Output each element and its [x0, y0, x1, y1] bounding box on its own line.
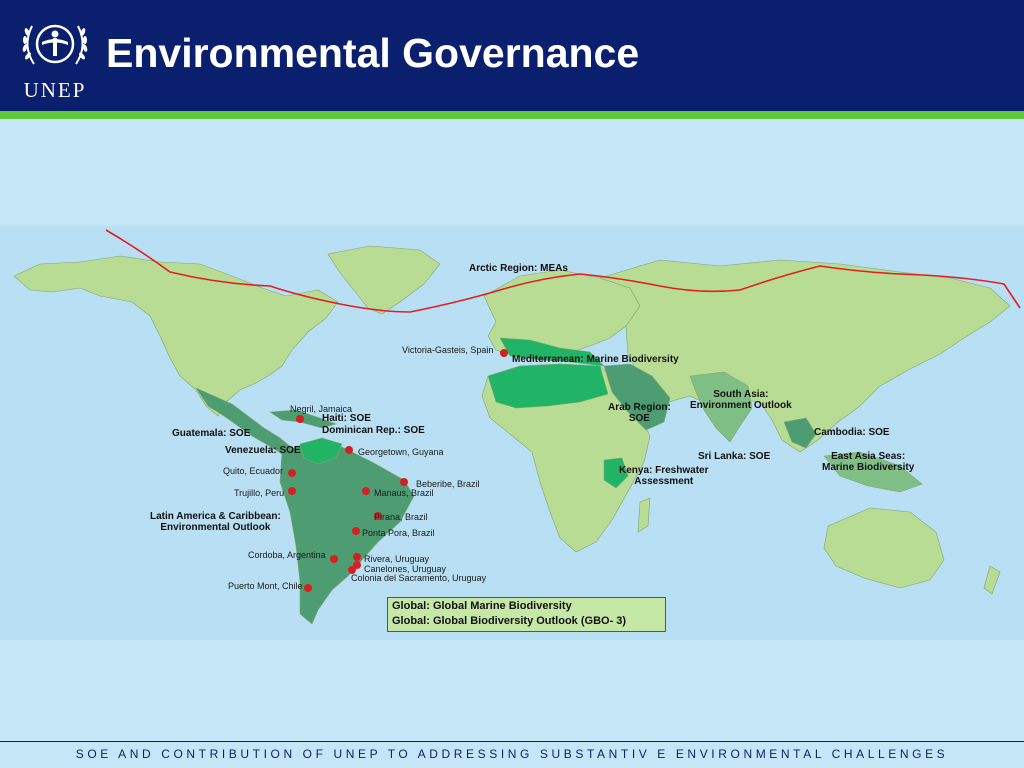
marker-victoria	[500, 349, 508, 357]
label-rivera: Rivera, Uruguay	[364, 554, 430, 564]
legend-box: Global: Global Marine Biodiversity Globa…	[387, 597, 666, 632]
marker-georgetown	[345, 446, 353, 454]
label-haiti: Haiti: SOE	[322, 413, 371, 424]
label-cordoba: Cordoba, Argentina	[248, 550, 326, 560]
label-manaus: Manaus, Brazil	[374, 488, 434, 498]
label-venezuela: Venezuela: SOE	[225, 445, 301, 456]
marker-puerto-montt	[304, 584, 312, 592]
label-quito: Quito, Ecuador	[223, 466, 284, 476]
label-negril: Negril, Jamaica	[290, 404, 353, 414]
label-latin-america: Latin America & Caribbean: Environmental…	[150, 511, 281, 533]
unep-logo: UNEP	[14, 12, 96, 102]
page-title: Environmental Governance	[106, 30, 640, 76]
logo-text: UNEP	[23, 78, 87, 102]
label-pirana: Pirana, Brazil	[374, 512, 428, 522]
header-bar: UNEP Environmental Governance	[0, 0, 1024, 111]
unep-emblem-icon	[22, 24, 88, 65]
label-georgetown: Georgetown, Guyana	[358, 447, 444, 457]
footer-text: SOE AND CONTRIBUTION OF UNEP TO ADDRESSI…	[75, 747, 949, 761]
marker-quito	[288, 469, 296, 477]
label-trujillo: Trujillo, Peru	[234, 488, 285, 498]
label-ponta-pora: Ponta Pora, Brazil	[362, 528, 435, 538]
marker-manaus	[362, 487, 370, 495]
label-colonia: Colonia del Sacramento, Uruguay	[351, 573, 487, 583]
marker-rivera	[353, 553, 361, 561]
label-east-asia-seas: East Asia Seas: Marine Biodiversity	[822, 451, 915, 473]
label-cambodia: Cambodia: SOE	[814, 427, 890, 438]
label-sri-lanka: Sri Lanka: SOE	[698, 451, 771, 462]
label-kenya: Kenya: Freshwater Assessment	[619, 465, 709, 487]
marker-negril	[296, 415, 304, 423]
legend-line-2: Global: Global Biodiversity Outlook (GBO…	[392, 615, 627, 627]
label-victoria-gasteis: Victoria-Gasteis, Spain	[402, 345, 494, 355]
marker-cordoba	[330, 555, 338, 563]
label-south-asia: South Asia: Environment Outlook	[690, 389, 792, 411]
label-arab-region: Arab Region: SOE	[608, 402, 671, 424]
label-dominican-rep: Dominican Rep.: SOE	[322, 425, 425, 436]
marker-beberibe	[400, 478, 408, 486]
marker-ponta-pora	[352, 527, 360, 535]
label-mediterranean: Mediterranean: Marine Biodiversity	[512, 354, 679, 365]
marker-trujillo	[288, 487, 296, 495]
accent-bar	[0, 111, 1024, 119]
footer-divider	[0, 741, 1024, 742]
legend-line-1: Global: Global Marine Biodiversity	[392, 600, 572, 612]
label-arctic-region: Arctic Region: MEAs	[469, 263, 568, 274]
label-puerto-montt: Puerto Mont, Chile	[228, 581, 303, 591]
label-guatemala: Guatemala: SOE	[172, 428, 251, 439]
